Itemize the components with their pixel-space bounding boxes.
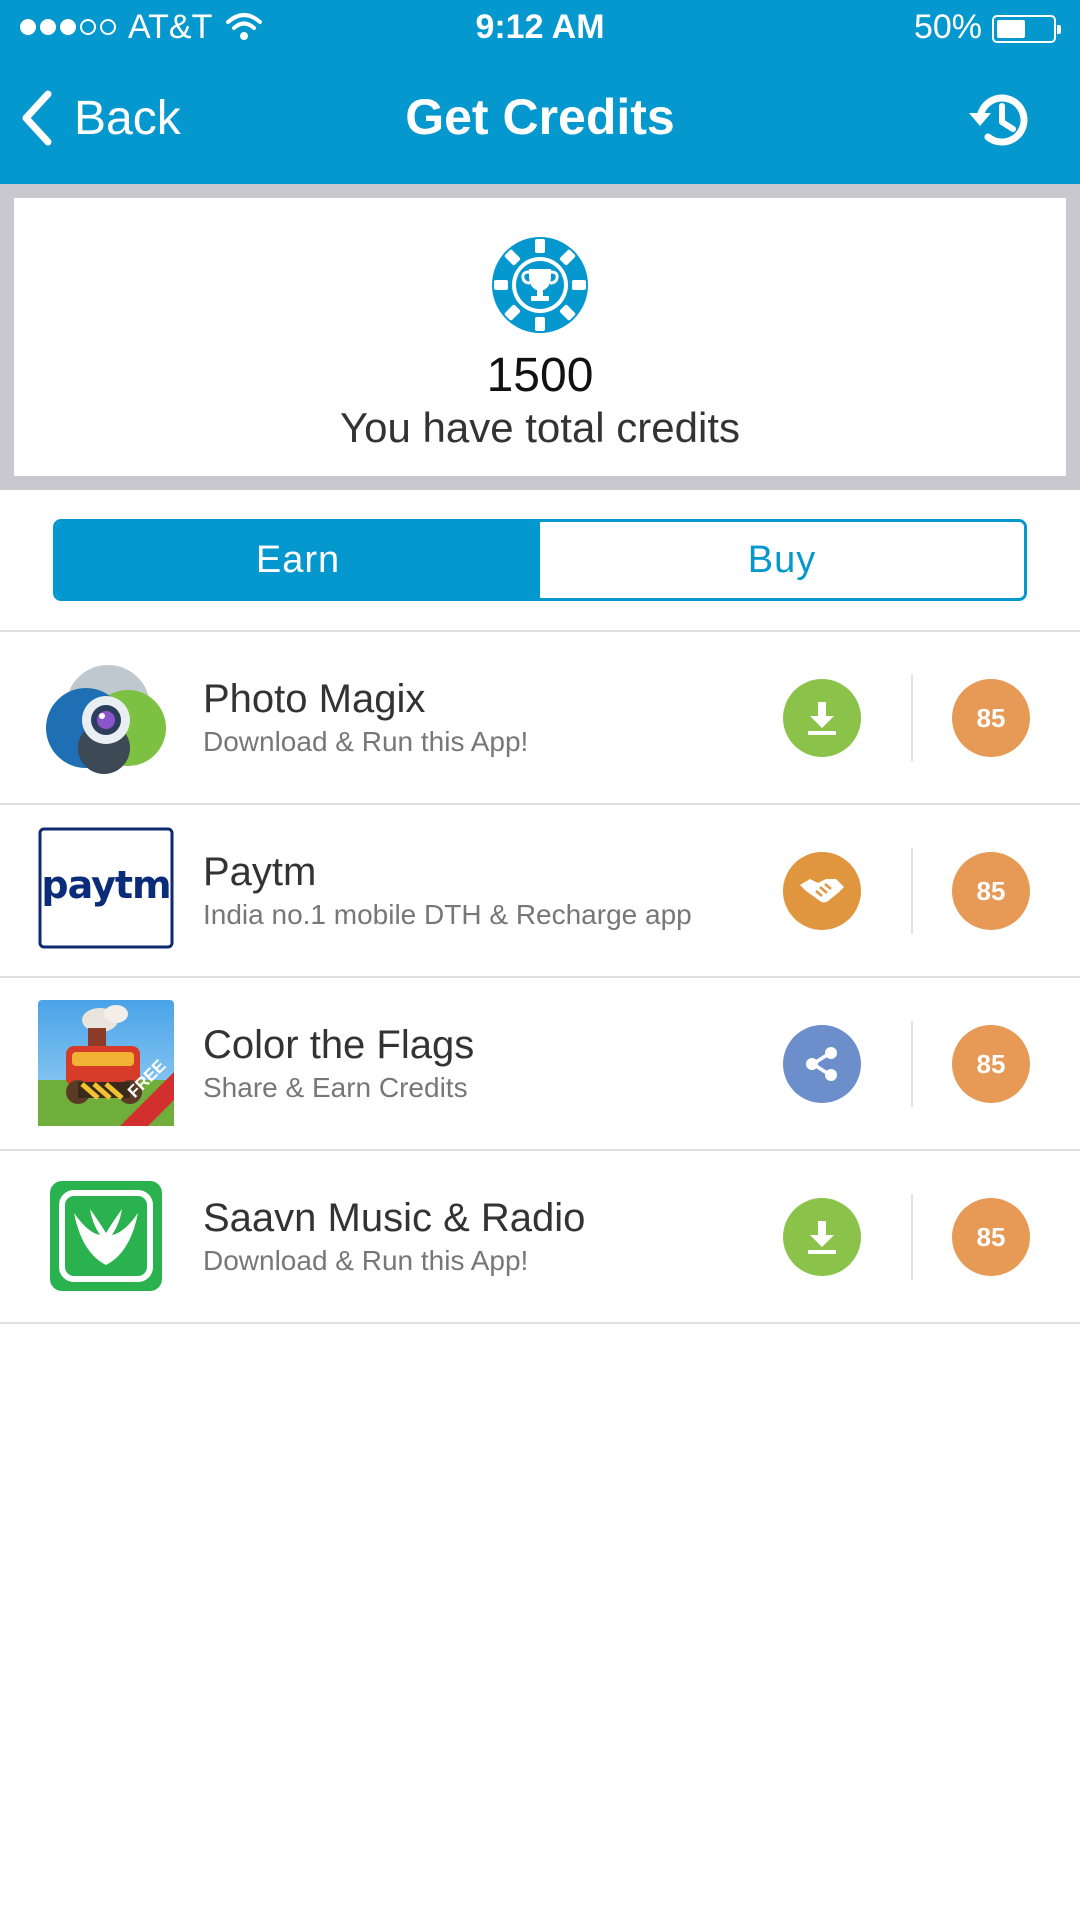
list-item[interactable]: FREE Color the Flags Share & Earn Credit… — [0, 978, 1080, 1151]
divider — [911, 848, 913, 934]
paytm-app-icon: paytm — [38, 827, 174, 953]
battery-icon — [992, 15, 1061, 43]
credit-badge: 85 — [952, 1198, 1030, 1276]
paytm-logo-text: paytm — [41, 863, 171, 907]
divider — [911, 1021, 913, 1107]
download-button[interactable] — [783, 679, 861, 757]
credits-total: 1500 — [486, 349, 594, 402]
header: AT&T 9:12 AM 50% Back Get Credits — [0, 0, 1080, 184]
offer-title: Paytm — [203, 849, 317, 894]
back-label: Back — [74, 91, 181, 145]
list-item[interactable]: Saavn Music & Radio Download & Run this … — [0, 1151, 1080, 1324]
chevron-left-icon — [22, 90, 52, 146]
credits-label: You have total credits — [339, 404, 741, 451]
offer-text: Color the Flags Share & Earn Credits — [203, 978, 780, 1149]
tab-earn[interactable]: Earn — [56, 522, 540, 598]
list-item[interactable]: paytm Paytm India no.1 mobile DTH & Rech… — [0, 805, 1080, 978]
earn-buy-segmented-control: Earn Buy — [53, 519, 1027, 601]
offer-title: Color the Flags — [203, 1022, 475, 1067]
share-button[interactable] — [783, 1025, 861, 1103]
download-button[interactable] — [783, 1198, 861, 1276]
credit-badge: 85 — [952, 1025, 1030, 1103]
offer-title: Saavn Music & Radio — [203, 1195, 586, 1240]
divider — [911, 1194, 913, 1280]
offer-subtitle: Share & Earn Credits — [203, 1071, 468, 1103]
status-bar: AT&T 9:12 AM 50% — [0, 0, 1080, 58]
handshake-icon — [800, 879, 844, 903]
credit-badge: 85 — [952, 679, 1030, 757]
offer-subtitle: India no.1 mobile DTH & Recharge app — [203, 898, 692, 930]
navigation-bar: Back Get Credits — [0, 58, 1080, 184]
battery-percentage: 50% — [913, 8, 982, 46]
credit-badge: 85 — [952, 852, 1030, 930]
download-icon — [808, 702, 836, 735]
photo-magix-app-icon — [38, 654, 174, 780]
offer-subtitle: Download & Run this App! — [203, 725, 529, 757]
divider — [911, 675, 913, 761]
saavn-app-icon — [38, 1173, 174, 1299]
list-item[interactable]: Photo Magix Download & Run this App! 85 — [0, 632, 1080, 805]
offer-title: Photo Magix — [203, 676, 426, 721]
history-icon — [969, 94, 1028, 146]
back-button[interactable]: Back — [20, 88, 181, 148]
download-icon — [808, 1221, 836, 1254]
tab-buy[interactable]: Buy — [540, 522, 1024, 598]
share-icon — [806, 1047, 837, 1081]
credits-card: 1500 You have total credits — [14, 198, 1066, 476]
offer-subtitle: Download & Run this App! — [203, 1244, 529, 1276]
color-the-flags-app-icon: FREE — [38, 1000, 174, 1126]
offer-text: Paytm India no.1 mobile DTH & Recharge a… — [203, 805, 780, 976]
credits-section: 1500 You have total credits — [0, 184, 1080, 490]
trophy-chip-icon — [491, 236, 589, 339]
handshake-button[interactable] — [783, 852, 861, 930]
history-button[interactable] — [964, 84, 1036, 156]
offer-text: Photo Magix Download & Run this App! — [203, 632, 780, 803]
offers-list: Photo Magix Download & Run this App! 85 … — [0, 630, 1080, 1324]
offer-text: Saavn Music & Radio Download & Run this … — [203, 1151, 780, 1322]
